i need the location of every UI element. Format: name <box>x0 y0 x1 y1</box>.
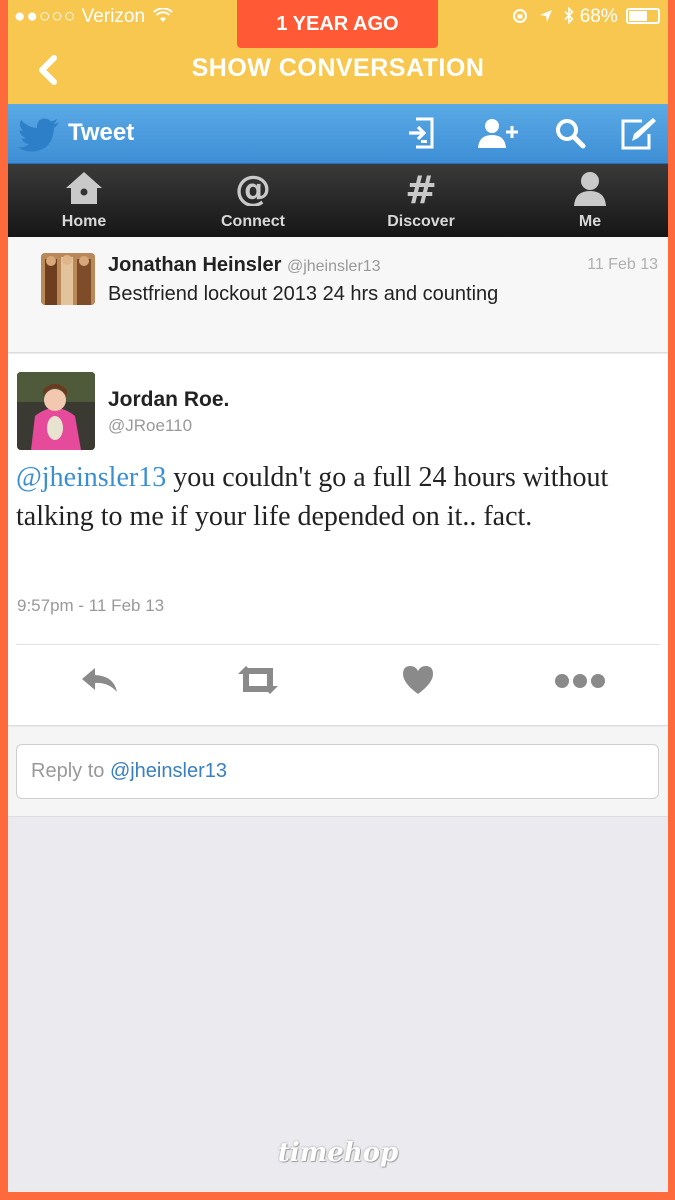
tweet-toolbar: Tweet <box>8 104 668 164</box>
status-right: 68% <box>512 6 660 28</box>
tab-connect[interactable]: @ Connect <box>193 169 313 231</box>
search-icon[interactable] <box>553 116 587 150</box>
author-handle: @JRoe110 <box>108 416 193 435</box>
location-icon <box>540 10 553 22</box>
sign-in-icon[interactable] <box>406 116 436 150</box>
battery-percent: 68% <box>579 6 618 27</box>
more-icon[interactable] <box>554 664 606 696</box>
tweet-text: Bestfriend lockout 2013 24 hrs and count… <box>108 283 499 305</box>
timehop-logo: timehop <box>277 1138 399 1168</box>
at-icon: @ <box>235 169 271 210</box>
favorite-icon[interactable] <box>401 664 435 696</box>
twitter-bird-icon <box>18 118 59 152</box>
bluetooth-icon <box>564 6 575 25</box>
year-ago-badge: 1 YEAR AGO <box>237 0 438 48</box>
svg-text:#: # <box>405 170 437 206</box>
tab-bar: Home @ Connect # Discover Me <box>8 164 668 237</box>
reply-icon[interactable] <box>80 664 120 696</box>
author-handle: @jheinsler13 <box>286 258 381 275</box>
author-name: Jordan Roe. <box>108 388 230 411</box>
tab-home-label: Home <box>61 213 107 230</box>
previous-tweet-header: Jonathan Heinsler @jheinsler13 <box>108 254 381 277</box>
tweet-date: 11 Feb 13 <box>587 256 658 273</box>
avatar[interactable] <box>41 253 95 305</box>
wifi-icon <box>153 7 174 22</box>
author-name: Jonathan Heinsler <box>108 254 282 276</box>
svg-text:@: @ <box>235 170 271 206</box>
compose-icon[interactable] <box>618 116 658 152</box>
tab-me-label: Me <box>578 213 602 230</box>
signal-icon: ●●○○○ <box>14 6 77 27</box>
carrier-label: Verizon <box>81 6 146 27</box>
reply-input[interactable]: Reply to @jheinsler13 <box>16 744 659 799</box>
house-icon <box>66 172 102 204</box>
tab-connect-label: Connect <box>221 213 285 230</box>
tweet-text: @jheinsler13 you couldn't go a full 24 h… <box>16 458 656 536</box>
divider <box>16 644 660 645</box>
lock-rotation-icon <box>512 9 527 23</box>
hash-icon: # <box>405 168 437 212</box>
reply-area: Reply to @jheinsler13 <box>8 727 668 817</box>
tab-home[interactable]: Home <box>24 170 144 231</box>
avatar[interactable] <box>17 372 95 450</box>
mention-link[interactable]: @jheinsler13 <box>16 462 166 493</box>
tweet-timestamp: 9:57pm - 11 Feb 13 <box>17 596 165 615</box>
tab-discover[interactable]: # Discover <box>361 168 481 231</box>
status-left: ●●○○○ Verizon <box>14 6 174 28</box>
person-icon <box>574 172 606 206</box>
reply-placeholder: Reply to <box>31 760 110 782</box>
reply-mention: @jheinsler13 <box>109 760 227 782</box>
tab-me[interactable]: Me <box>530 170 650 231</box>
previous-tweet[interactable]: Jonathan Heinsler @jheinsler13 11 Feb 13… <box>8 237 668 353</box>
battery-icon <box>626 8 660 24</box>
show-conversation-title: SHOW CONVERSATION <box>191 54 485 82</box>
main-tweet: Jordan Roe. @JRoe110 @jheinsler13 you co… <box>8 354 668 726</box>
retweet-icon[interactable] <box>234 664 282 696</box>
tweet-title: Tweet <box>68 119 135 146</box>
screenshot: ●●○○○ Verizon 68% SHOW CONVERSATION 1 YE… <box>8 0 668 1192</box>
add-user-icon[interactable] <box>476 116 520 150</box>
tab-discover-label: Discover <box>387 213 455 230</box>
